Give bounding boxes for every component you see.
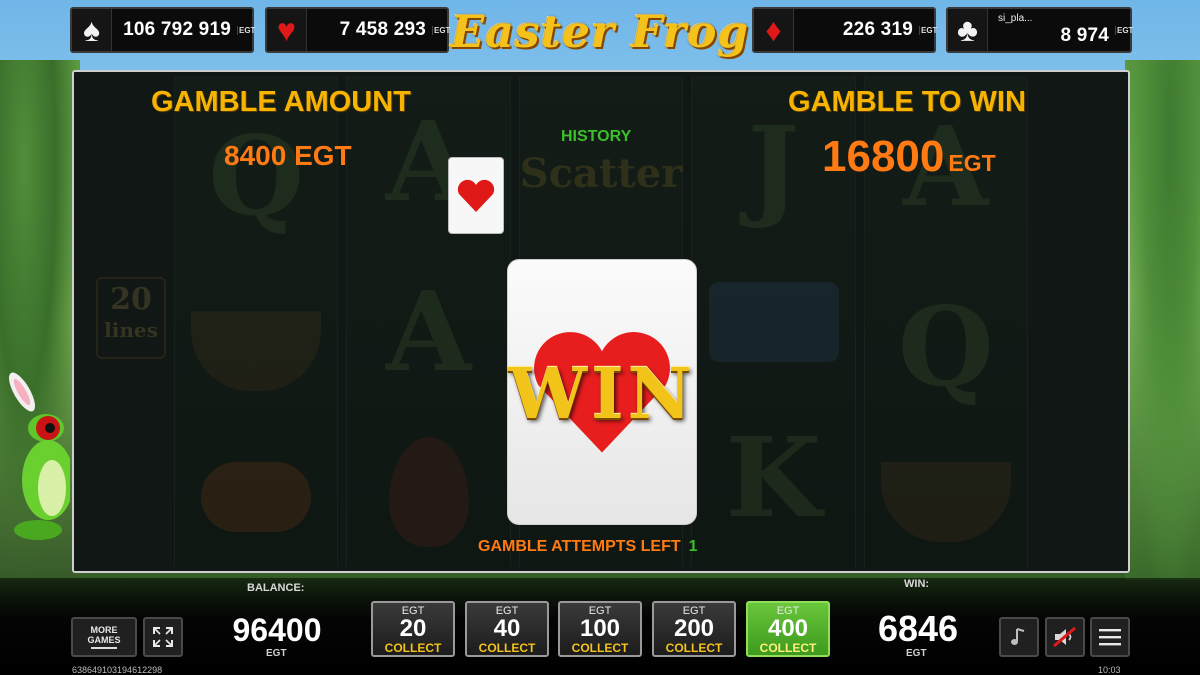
gamble-to-win-amount: 16800	[822, 132, 945, 181]
sound-toggle-button[interactable]	[1045, 617, 1085, 657]
stake-value: 100	[579, 615, 621, 642]
jackpot-clubs: ♣ si_pla... 8 974 EGT	[946, 7, 1134, 53]
gamble-to-win-value: 16800 EGT	[822, 132, 996, 182]
egt-badge: EGT	[919, 25, 938, 35]
gamble-to-win-label: GAMBLE TO WIN	[788, 86, 1026, 118]
game-logo-text: Easter Frog	[450, 6, 750, 58]
jackpot-diamonds-value: 226 319	[842, 19, 913, 40]
club-icon: ♣	[948, 9, 988, 51]
stake-action: COLLECT	[478, 641, 536, 655]
jackpot-hearts: ♥ 7 458 293 EGT	[265, 7, 451, 53]
jackpot-hearts-value: 7 458 293	[339, 19, 426, 40]
background-scenery-right	[1125, 60, 1200, 580]
jackpot-diamonds: ♦ 226 319 EGT	[752, 7, 938, 53]
stake-40-collect-button[interactable]: EGT 40 COLLECT	[465, 601, 549, 657]
stake-20-collect-button[interactable]: EGT 20 COLLECT	[371, 601, 455, 657]
gamble-attempts: GAMBLE ATTEMPTS LEFT 1	[478, 538, 698, 556]
clock: 10:03	[1098, 665, 1121, 675]
stake-action: COLLECT	[384, 641, 442, 655]
win-result-text: WIN	[508, 352, 696, 435]
stake-400-collect-button[interactable]: EGT 400 COLLECT	[746, 601, 830, 657]
gamble-panel: Q A A Scatter J K A Q 20 lines GAMBLE AM…	[72, 70, 1130, 573]
stake-action: COLLECT	[665, 641, 723, 655]
win-label: WIN:	[904, 578, 930, 590]
stake-action: COLLECT	[759, 641, 817, 655]
stake-100-collect-button[interactable]: EGT 100 COLLECT	[558, 601, 642, 657]
stake-value: 400	[767, 615, 809, 642]
balance-unit: EGT	[266, 648, 287, 659]
heart-icon: ♥	[267, 9, 307, 51]
heart-icon	[457, 179, 495, 212]
stake-value: 200	[673, 615, 715, 642]
stake-value: 20	[399, 615, 427, 642]
more-games-label: MORE GAMES	[87, 625, 121, 645]
hamburger-menu-icon	[1099, 629, 1121, 646]
gamble-amount-label: GAMBLE AMOUNT	[151, 86, 411, 118]
jackpot-spades: ♠ 106 792 919 EGT	[70, 7, 256, 53]
fullscreen-button[interactable]	[143, 617, 183, 657]
stake-value: 40	[493, 615, 521, 642]
music-toggle-button[interactable]	[999, 617, 1039, 657]
balance-label: BALANCE:	[247, 582, 305, 594]
balance-value: 96400	[232, 612, 322, 648]
spade-icon: ♠	[72, 9, 112, 51]
stake-action: COLLECT	[571, 641, 629, 655]
gamble-amount-value: 8400 EGT	[224, 140, 352, 171]
egt-badge: EGT	[237, 25, 256, 35]
session-id: 638649103194612298	[72, 665, 163, 675]
history-label: HISTORY	[561, 128, 632, 145]
jackpot-spades-value: 106 792 919	[123, 19, 231, 40]
jackpot-user-name: si_pla...	[998, 13, 1033, 24]
music-note-icon	[1011, 628, 1025, 645]
more-games-button[interactable]: MORE GAMES	[71, 617, 137, 657]
menu-button[interactable]	[1090, 617, 1130, 657]
frog-mascot-illustration	[9, 372, 70, 540]
game-logo: Easter Frog	[450, 0, 750, 64]
more-games-underline	[91, 647, 117, 649]
win-unit: EGT	[906, 648, 927, 659]
win-value: 6846	[877, 608, 959, 649]
diamond-icon: ♦	[754, 9, 794, 51]
gamble-attempts-value: 1	[688, 538, 698, 555]
fullscreen-icon	[153, 627, 173, 647]
egt-badge: EGT	[432, 25, 451, 35]
history-card-heart	[448, 157, 504, 234]
gamble-attempts-label: GAMBLE ATTEMPTS LEFT	[478, 538, 681, 555]
stake-200-collect-button[interactable]: EGT 200 COLLECT	[652, 601, 736, 657]
gamble-to-win-unit: EGT	[948, 150, 996, 176]
egt-badge: EGT	[1115, 25, 1134, 35]
sound-muted-icon	[1053, 626, 1076, 648]
